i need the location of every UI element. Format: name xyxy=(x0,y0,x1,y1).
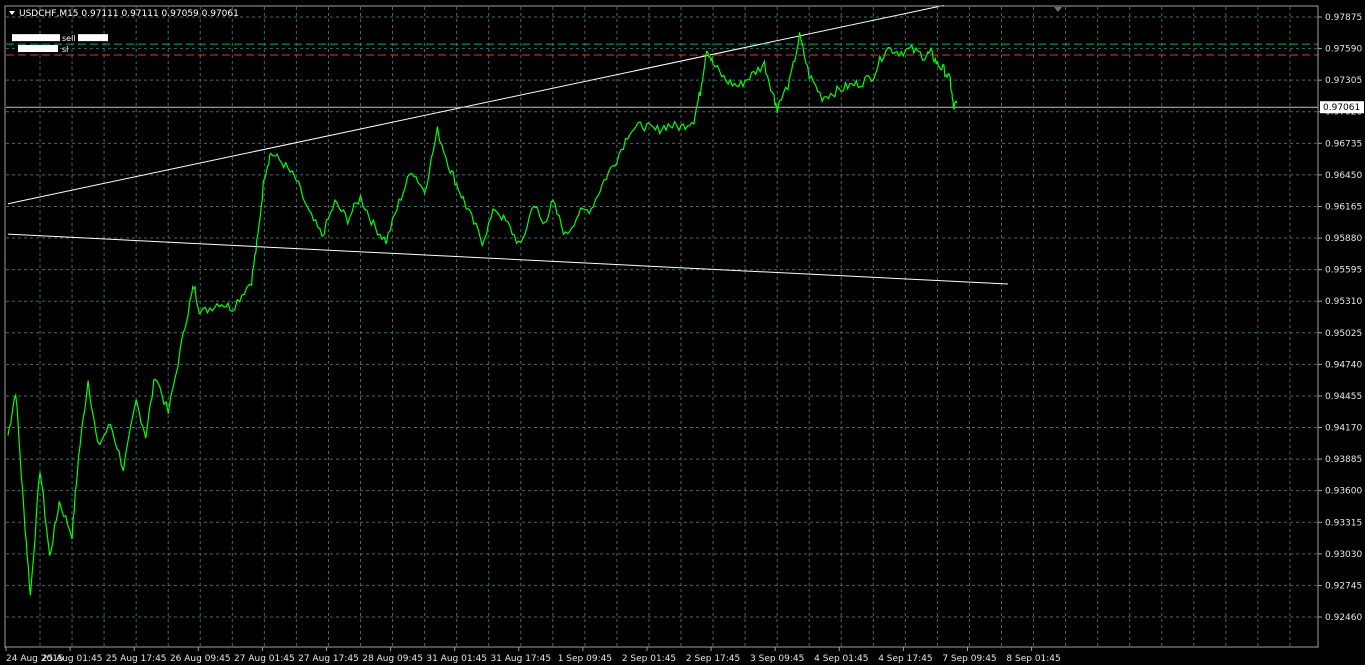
chart-frame xyxy=(4,5,1319,648)
order-lines[interactable]: sell sl xyxy=(6,34,1318,108)
y-tick-label: 0.93600 xyxy=(1325,487,1362,497)
x-tick-label: 2 Sep 17:45 xyxy=(686,654,740,664)
trendline-1[interactable] xyxy=(7,4,944,205)
symbol-info: USDCHF,M15 0.97111 0.97111 0.97059 0.970… xyxy=(19,9,239,19)
chart-window[interactable]: sellsl 0.978750.975900.973050.970200.967… xyxy=(0,0,1365,665)
x-tick-label: 8 Sep 01:45 xyxy=(1006,654,1060,664)
x-tick-label: 2 Sep 01:45 xyxy=(622,654,676,664)
y-tick-label: 0.92745 xyxy=(1325,581,1362,591)
order-label-sell: sell xyxy=(62,34,76,43)
x-tick-label: 25 Aug 01:45 xyxy=(42,654,103,664)
order-label-mask xyxy=(12,34,60,42)
time-axis[interactable]: 24 Aug 201525 Aug 01:45 25 Aug 17:45 26 Au… xyxy=(5,647,1061,664)
x-tick-label: 26 Aug 09:45 xyxy=(170,654,231,664)
x-tick-label: 1 Sep 09:45 xyxy=(558,654,612,664)
y-tick-label: 0.94455 xyxy=(1325,392,1362,402)
y-tick-label: 0.97590 xyxy=(1325,45,1362,55)
x-tick-label: 27 Aug 01:45 xyxy=(234,654,295,664)
trendlines[interactable] xyxy=(7,4,1008,285)
y-tick-label: 0.95880 xyxy=(1325,234,1362,244)
y-tick-label: 0.94170 xyxy=(1325,424,1362,434)
y-tick-label: 0.95025 xyxy=(1325,329,1362,339)
order-label-sl: sl xyxy=(62,45,68,54)
y-tick-label: 0.95310 xyxy=(1325,297,1362,307)
y-tick-label: 0.96735 xyxy=(1325,139,1362,149)
y-tick-label: 0.97305 xyxy=(1325,76,1362,86)
dropdown-triangle-icon[interactable] xyxy=(9,11,15,15)
trendline-2[interactable] xyxy=(7,233,1008,285)
shift-marker-icon[interactable] xyxy=(1054,7,1062,12)
y-tick-label: 0.93030 xyxy=(1325,550,1362,560)
y-tick-label: 0.92460 xyxy=(1325,613,1362,623)
price-axis[interactable]: 0.978750.975900.973050.970200.967350.964… xyxy=(1318,13,1364,623)
x-tick-label: 3 Sep 09:45 xyxy=(750,654,804,664)
y-tick-label: 0.93315 xyxy=(1325,518,1362,528)
x-tick-label: 27 Aug 17:45 xyxy=(298,654,359,664)
order-label-mask xyxy=(18,45,58,53)
plot-border xyxy=(4,5,1319,648)
y-tick-label: 0.97875 xyxy=(1325,13,1362,23)
price-chart[interactable]: sellsl 0.978750.975900.973050.970200.967… xyxy=(0,0,1365,665)
x-tick-label: 28 Aug 09:45 xyxy=(362,654,423,664)
y-tick-label: 0.93885 xyxy=(1325,455,1362,465)
x-tick-label: 4 Sep 17:45 xyxy=(878,654,932,664)
price-line xyxy=(7,32,958,596)
order-label-mask xyxy=(78,34,108,42)
y-tick-label: 0.96450 xyxy=(1325,171,1362,181)
grid xyxy=(6,7,1318,647)
x-tick-label: 25 Aug 17:45 xyxy=(106,654,167,664)
x-tick-label: 31 Aug 17:45 xyxy=(490,654,551,664)
current-price-label: 0.97061 xyxy=(1323,103,1360,113)
chart-header: USDCHF,M15 0.97111 0.97111 0.97059 0.970… xyxy=(9,9,239,19)
x-tick-label: 31 Aug 01:45 xyxy=(426,654,487,664)
x-tick-label: 4 Sep 01:45 xyxy=(814,654,868,664)
y-tick-label: 0.95595 xyxy=(1325,266,1362,276)
y-tick-label: 0.96165 xyxy=(1325,202,1362,212)
x-tick-label: 7 Sep 09:45 xyxy=(942,654,996,664)
price-series xyxy=(7,32,958,596)
y-tick-label: 0.94740 xyxy=(1325,360,1362,370)
